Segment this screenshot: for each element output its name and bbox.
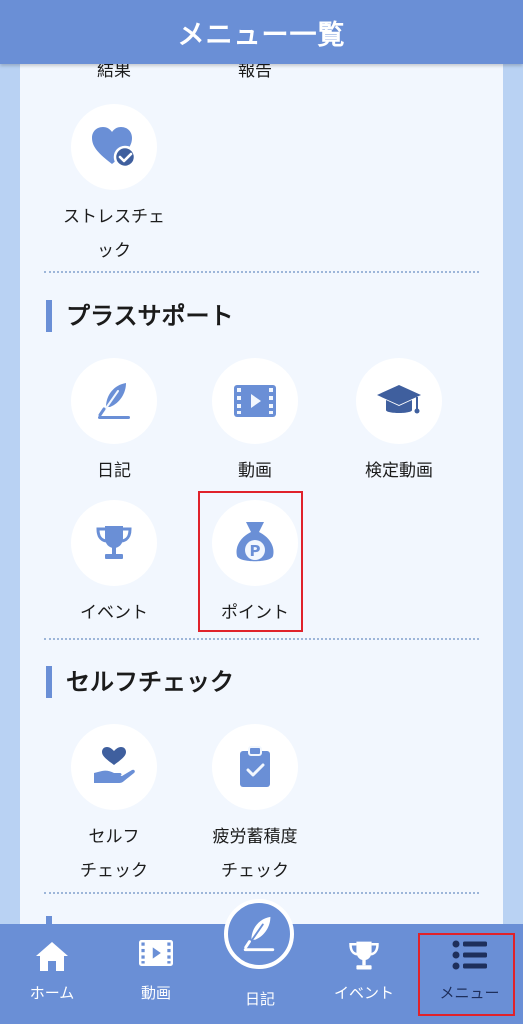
highlight-box-menu	[418, 933, 515, 1016]
graduation-cap-icon	[356, 358, 442, 444]
tab-label: イベント	[333, 984, 394, 1002]
section-title-plus-support: プラスサポート	[46, 300, 234, 332]
section-divider	[44, 892, 479, 894]
menu-item-label: イベント	[80, 603, 148, 623]
feather-pen-icon[interactable]	[224, 899, 294, 969]
clipboard-check-icon	[212, 724, 298, 810]
heart-check-icon	[71, 104, 157, 190]
film-icon	[212, 358, 298, 444]
menu-item-stress-check[interactable]: ストレスチェ ック	[44, 104, 184, 268]
menu-item-self-check[interactable]: セルフ チェック	[44, 724, 184, 888]
menu-item-label: ストレスチェ ック	[63, 207, 165, 261]
menu-item-video[interactable]: 動画	[185, 358, 325, 488]
menu-item-label: 動画	[238, 461, 272, 481]
page-title: メニュー一覧	[177, 19, 346, 51]
app-header: メニュー一覧	[0, 0, 523, 64]
feather-pen-icon	[71, 358, 157, 444]
menu-item-label: セルフ チェック	[80, 827, 148, 881]
heart-hand-icon	[71, 724, 157, 810]
film-icon	[139, 940, 173, 970]
menu-item-label: 疲労蓄積度 チェック	[212, 827, 298, 881]
tab-label: 日記	[244, 990, 275, 1008]
home-icon	[35, 940, 69, 976]
section-divider	[44, 271, 479, 273]
menu-item-certification-video[interactable]: 検定動画	[329, 358, 469, 488]
section-divider	[44, 638, 479, 640]
menu-item-report[interactable]: 報告	[185, 64, 325, 88]
menu-item-label: 報告	[238, 64, 272, 81]
menu-item-label: 結果	[97, 64, 131, 81]
menu-item-label: 日記	[97, 461, 131, 481]
tab-label: ホーム	[29, 984, 75, 1002]
trophy-icon	[347, 940, 381, 976]
menu-item-fatigue-check[interactable]: 疲労蓄積度 チェック	[185, 724, 325, 888]
menu-item-label: 検定動画	[365, 461, 433, 481]
tab-video[interactable]: 動画	[104, 924, 208, 1024]
tab-home[interactable]: ホーム	[0, 924, 104, 1024]
highlight-box-point	[198, 491, 303, 632]
trophy-icon	[71, 500, 157, 586]
menu-item-diary[interactable]: 日記	[44, 358, 184, 488]
tab-label: 動画	[140, 984, 171, 1002]
menu-item-result[interactable]: 結果	[44, 64, 184, 88]
tab-event[interactable]: イベント	[312, 924, 416, 1024]
menu-panel[interactable]: 結果 報告 ストレスチェ ック プラスサポート 日記 動画 検定動画 イベント …	[20, 64, 503, 944]
menu-item-event[interactable]: イベント	[44, 500, 184, 630]
section-title-self-check: セルフチェック	[46, 666, 234, 698]
